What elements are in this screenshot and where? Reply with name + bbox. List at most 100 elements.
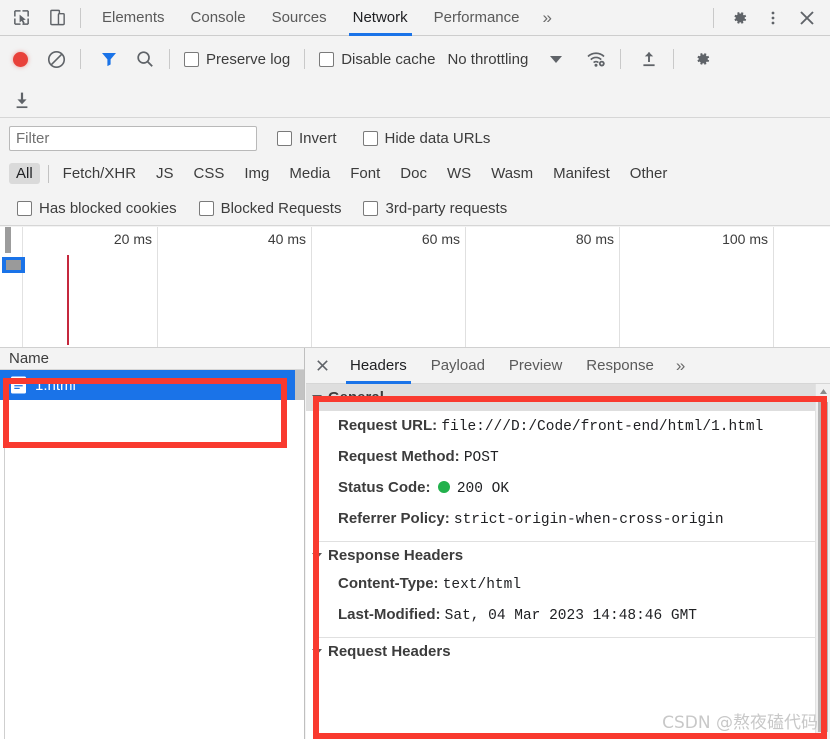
blocked-filters-row: Has blocked cookies Blocked Requests 3rd… — [0, 192, 830, 226]
overview-range-handle[interactable] — [5, 227, 11, 253]
close-details-icon[interactable] — [306, 358, 338, 373]
tab-elements[interactable]: Elements — [89, 0, 178, 36]
type-filter-css[interactable]: CSS — [187, 163, 232, 184]
last-modified-value[interactable]: Sat, 04 Mar 2023 14:48:46 GMT — [445, 608, 697, 624]
import-har-icon[interactable] — [633, 43, 665, 75]
clear-button[interactable] — [40, 43, 72, 75]
status-ok-dot-icon — [437, 481, 450, 493]
tab-network[interactable]: Network — [340, 0, 421, 36]
chevron-down-icon[interactable] — [550, 55, 563, 63]
details-tab-preview-label: Preview — [508, 357, 563, 374]
details-scrollbar-thumb[interactable] — [818, 402, 828, 732]
network-overview-timeline[interactable]: 20 ms 40 ms 60 ms 80 ms 100 ms — [0, 227, 830, 348]
overview-gridline-40ms — [311, 227, 312, 347]
toolbar-divider-5 — [673, 49, 675, 69]
type-filter-img[interactable]: Img — [237, 163, 276, 184]
download-har-icon[interactable] — [6, 85, 38, 115]
request-row-1-html[interactable]: 1.html — [0, 370, 304, 400]
type-filter-fetch-xhr[interactable]: Fetch/XHR — [56, 163, 143, 184]
tab-console-label: Console — [190, 9, 246, 26]
preserve-log-label: Preserve log — [206, 50, 291, 68]
tabbar-divider — [80, 7, 81, 28]
tab-console[interactable]: Console — [178, 0, 259, 36]
more-tabs-chevron-icon[interactable]: » — [533, 8, 562, 28]
disable-cache-label: Disable cache — [341, 50, 436, 68]
details-tab-response[interactable]: Response — [574, 348, 666, 384]
toolbar-divider-1 — [80, 49, 81, 69]
overview-tick-100ms: 100 ms — [722, 231, 768, 247]
type-filter-all[interactable]: All — [9, 163, 40, 184]
record-dot-icon — [12, 51, 28, 67]
type-filter-js[interactable]: JS — [149, 163, 181, 184]
request-list-header-name[interactable]: Name — [0, 348, 304, 370]
invert-box-icon — [277, 130, 292, 146]
content-type-key: Content-Type: — [338, 575, 439, 592]
overview-request-bar[interactable] — [2, 257, 25, 273]
type-filter-ws[interactable]: WS — [440, 163, 478, 184]
tab-sources[interactable]: Sources — [259, 0, 340, 36]
more-options-icon[interactable] — [756, 3, 790, 33]
overview-request-bar-inner — [6, 260, 21, 270]
network-settings-icon[interactable] — [686, 43, 718, 75]
details-tab-payload[interactable]: Payload — [419, 348, 497, 384]
overview-tick-40ms: 40 ms — [267, 231, 306, 247]
hide-data-urls-label: Hide data URLs — [384, 129, 491, 147]
device-toolbar-icon[interactable] — [42, 3, 72, 33]
filter-input[interactable] — [9, 125, 257, 151]
details-more-tabs-chevron-icon[interactable]: » — [666, 356, 695, 376]
type-filter-manifest[interactable]: Manifest — [546, 163, 617, 184]
close-devtools-icon[interactable] — [790, 3, 824, 33]
blocked-requests-box-icon — [198, 201, 214, 216]
filter-row: Invert Hide data URLs — [0, 119, 830, 157]
preserve-log-checkbox[interactable]: Preserve log — [178, 51, 296, 68]
section-response-headers-header[interactable]: Response Headers — [306, 542, 830, 569]
hide-data-urls-checkbox[interactable]: Hide data URLs — [343, 130, 497, 147]
settings-gear-icon[interactable] — [722, 3, 756, 33]
details-tab-headers[interactable]: Headers — [338, 348, 419, 384]
type-filter-media[interactable]: Media — [282, 163, 337, 184]
overview-gridline-100ms — [773, 227, 774, 347]
general-request-url-row: Request URL: file:///D:/Code/front-end/h… — [306, 411, 830, 442]
inspect-element-icon[interactable] — [6, 3, 36, 33]
request-list-scrollbar[interactable] — [295, 370, 304, 400]
type-filter-wasm[interactable]: Wasm — [484, 163, 540, 184]
devtools-tabbar: Elements Console Sources Network Perform… — [0, 0, 830, 36]
throttling-value[interactable]: No throttling — [441, 51, 528, 68]
scrollbar-up-arrow-icon[interactable] — [816, 384, 830, 399]
chevron-down-icon — [312, 552, 322, 559]
section-response-headers-title: Response Headers — [328, 547, 464, 564]
request-url-value[interactable]: file:///D:/Code/front-end/html/1.html — [441, 419, 763, 435]
type-filter-other[interactable]: Other — [623, 163, 675, 184]
details-tab-preview[interactable]: Preview — [497, 348, 574, 384]
response-content-type-row: Content-Type: text/html — [306, 569, 830, 600]
tab-sources-label: Sources — [271, 9, 327, 26]
filter-toggle-icon[interactable] — [93, 43, 125, 75]
network-toolbar: Preserve log Disable cache No throttling — [0, 36, 830, 82]
status-code-value[interactable]: 200 OK — [457, 481, 509, 497]
referrer-policy-value[interactable]: strict-origin-when-cross-origin — [454, 512, 724, 528]
search-icon[interactable] — [129, 43, 161, 75]
network-toolbar-secondary — [0, 82, 830, 118]
blocked-requests-checkbox[interactable]: Blocked Requests — [193, 200, 358, 217]
third-party-requests-checkbox[interactable]: 3rd-party requests — [357, 200, 523, 217]
has-blocked-cookies-checkbox[interactable]: Has blocked cookies — [11, 200, 193, 217]
tab-elements-label: Elements — [102, 9, 165, 26]
toolbar-divider-3 — [304, 49, 306, 69]
network-conditions-icon[interactable] — [580, 43, 612, 75]
overview-gridline-80ms — [619, 227, 620, 347]
tab-performance[interactable]: Performance — [421, 0, 533, 36]
section-general-header[interactable]: General — [306, 384, 830, 411]
chevron-down-icon — [312, 648, 322, 655]
invert-checkbox[interactable]: Invert — [257, 130, 343, 147]
request-method-value[interactable]: POST — [464, 450, 499, 466]
type-filter-doc[interactable]: Doc — [393, 163, 434, 184]
overview-load-event-marker — [67, 255, 69, 345]
content-type-value[interactable]: text/html — [443, 577, 521, 593]
request-list-guide-line — [4, 430, 5, 739]
details-scrollbar[interactable] — [815, 384, 830, 739]
disable-cache-checkbox[interactable]: Disable cache — [313, 51, 441, 68]
section-request-headers-header[interactable]: Request Headers — [306, 638, 830, 665]
type-filter-font[interactable]: Font — [343, 163, 387, 184]
record-button[interactable] — [4, 43, 36, 75]
details-tab-payload-label: Payload — [430, 357, 485, 374]
